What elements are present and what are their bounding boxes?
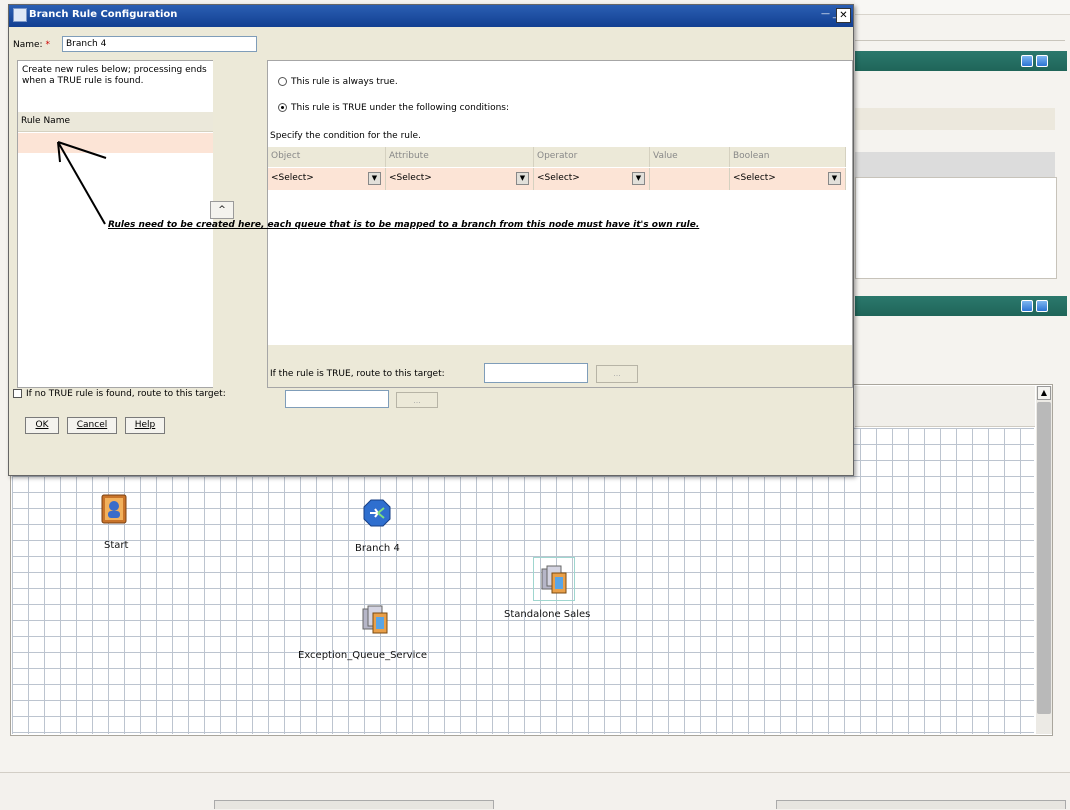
dialog-title-bar[interactable]: Branch Rule Configuration — _ ✕ [9, 5, 853, 27]
operator-select[interactable]: <Select> ▼ [534, 168, 650, 190]
queue-service-icon [362, 605, 388, 634]
move-rule-up-button[interactable]: ^ [210, 201, 234, 219]
start-node[interactable] [99, 493, 129, 528]
minimize-icon[interactable]: — _ [821, 9, 837, 19]
column-header-operator: Operator [534, 147, 650, 167]
annotation-note: Rules need to be created here, each queu… [108, 220, 700, 230]
app-header-strip [855, 24, 1065, 41]
exception-queue-node[interactable] [360, 603, 390, 638]
no-true-browse-button[interactable]: ... [396, 392, 438, 408]
name-label-text: Name: [13, 40, 43, 50]
object-select-value: <Select> [271, 173, 314, 183]
column-header-value: Value [650, 147, 730, 167]
dialog-app-icon [13, 8, 27, 22]
name-label: Name: * [13, 40, 50, 50]
scrollbar-thumb[interactable] [1037, 402, 1051, 714]
column-header-boolean: Boolean [730, 147, 846, 167]
required-marker: * [45, 40, 50, 50]
branch-rule-dialog: Branch Rule Configuration — _ ✕ Name: * … [8, 4, 854, 476]
true-target-input[interactable] [484, 363, 588, 383]
canvas-header [855, 386, 1035, 427]
panel-maximize-icon[interactable] [1036, 55, 1048, 67]
column-header-object: Object [268, 147, 386, 167]
scroll-up-icon[interactable]: ▲ [1037, 386, 1051, 400]
start-node-icon [101, 494, 127, 524]
cancel-button[interactable]: Cancel [67, 417, 117, 434]
chevron-down-icon[interactable]: ▼ [632, 172, 645, 185]
chevron-down-icon[interactable]: ▼ [368, 172, 381, 185]
no-true-checkbox[interactable] [13, 389, 22, 398]
properties-row [855, 108, 1055, 130]
annotation-arrow-icon [57, 141, 107, 225]
canvas-footer [0, 736, 1056, 772]
no-true-label: If no TRUE rule is found, route to this … [26, 389, 226, 399]
boolean-select[interactable]: <Select> ▼ [730, 168, 846, 190]
name-input[interactable] [62, 36, 257, 52]
true-target-label: If the rule is TRUE, route to this targe… [270, 369, 445, 379]
vertical-scrollbar[interactable] [1036, 386, 1052, 734]
app-top-bar [855, 0, 1070, 15]
radio-always-true[interactable]: This rule is always true. [278, 77, 398, 87]
properties-table-header [855, 152, 1055, 177]
chevron-down-icon[interactable]: ▼ [516, 172, 529, 185]
object-select[interactable]: <Select> ▼ [268, 168, 386, 190]
operator-select-value: <Select> [537, 173, 580, 183]
radio-button-selected[interactable] [278, 103, 287, 112]
value-input[interactable] [650, 168, 730, 190]
chevron-down-icon[interactable]: ▼ [828, 172, 841, 185]
radio-conditions-label: This rule is TRUE under the following co… [291, 103, 509, 113]
node-label-standalone-sales: Standalone Sales [504, 609, 591, 620]
designer-restore-icon[interactable] [1021, 300, 1033, 312]
column-header-attribute: Attribute [386, 147, 534, 167]
branch-node[interactable] [362, 498, 392, 533]
dialog-title: Branch Rule Configuration [29, 9, 178, 20]
panel-restore-icon[interactable] [1021, 55, 1033, 67]
radio-conditions[interactable]: This rule is TRUE under the following co… [278, 103, 509, 113]
radio-button[interactable] [278, 77, 287, 86]
bottom-tab[interactable] [214, 800, 494, 809]
properties-table-body [855, 177, 1057, 279]
node-label-branch: Branch 4 [355, 543, 400, 554]
true-target-browse-button[interactable]: ... [596, 365, 638, 383]
designer-maximize-icon[interactable] [1036, 300, 1048, 312]
specify-condition-label: Specify the condition for the rule. [270, 131, 421, 141]
ok-button[interactable]: OK [25, 417, 59, 434]
bottom-tab[interactable] [776, 800, 1066, 809]
rules-intro-text: Create new rules below; processing ends … [22, 65, 207, 86]
help-button[interactable]: Help [125, 417, 165, 434]
radio-always-label: This rule is always true. [291, 77, 398, 87]
true-target-row: If the rule is TRUE, route to this targe… [268, 345, 852, 387]
rule-name-column-header: Rule Name [18, 112, 213, 132]
queue-node-selected[interactable] [533, 557, 575, 601]
boolean-select-value: <Select> [733, 173, 776, 183]
attribute-select[interactable]: <Select> ▼ [386, 168, 534, 190]
no-true-target-input[interactable] [285, 390, 389, 408]
queue-service-icon [541, 565, 567, 594]
branch-node-icon [363, 499, 391, 527]
close-icon[interactable]: ✕ [836, 8, 851, 23]
node-label-exception-queue: Exception_Queue_Service [298, 650, 428, 661]
attribute-select-value: <Select> [389, 173, 432, 183]
no-true-rule-row: If no TRUE rule is found, route to this … [13, 389, 226, 399]
node-label-start: Start [104, 540, 129, 551]
